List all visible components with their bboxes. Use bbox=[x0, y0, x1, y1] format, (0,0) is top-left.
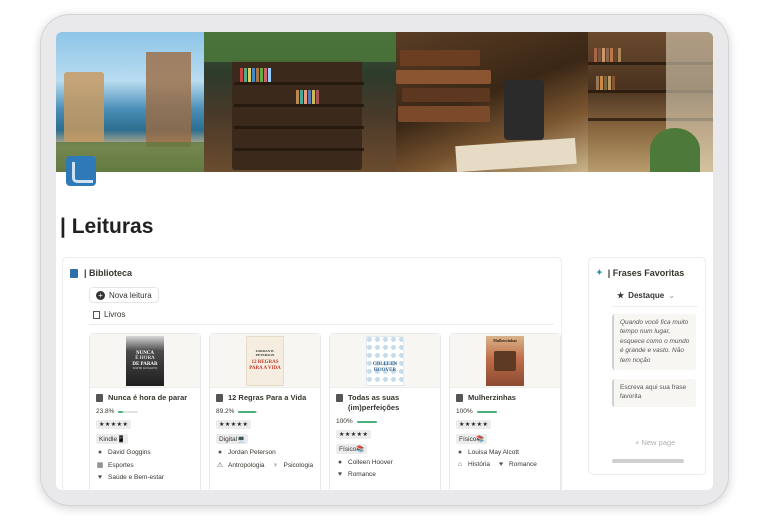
highlight-filter-label: Destaque bbox=[628, 291, 665, 300]
book-title: Todas as suas (im)perfeições bbox=[348, 393, 400, 413]
rating-stars: ★★★★★ bbox=[216, 420, 252, 430]
chevron-down-icon: ⌄ bbox=[668, 291, 675, 300]
progress-label: 89.2% bbox=[216, 408, 235, 416]
sparkle-icon: ✦ bbox=[596, 268, 603, 277]
cover-text: 12 REGRAS PARA A VIDA bbox=[249, 360, 281, 371]
star-icon: ★ bbox=[617, 291, 625, 300]
book-cover: JORDAN B. PETERSON 12 REGRAS PARA A VIDA bbox=[210, 334, 320, 388]
book-author: David Goggins bbox=[108, 449, 151, 457]
quote-card[interactable]: Escreva aqui sua frase favorita bbox=[612, 379, 696, 407]
heart-icon: ♥ bbox=[337, 471, 343, 479]
warning-icon: ⚠ bbox=[216, 462, 224, 470]
gallery-icon bbox=[93, 310, 100, 319]
book-gallery: NUNCA É HORA DE PARAR DAVID GOGGINS Nunc… bbox=[89, 333, 561, 490]
book-author: Louisa May Alcott bbox=[468, 449, 519, 457]
book-icon bbox=[70, 268, 78, 278]
book-icon bbox=[96, 394, 103, 402]
book-card[interactable]: JORDAN B. PETERSON 12 REGRAS PARA A VIDA… bbox=[209, 333, 321, 490]
library-title: | Biblioteca bbox=[84, 268, 133, 278]
horizontal-scrollbar[interactable] bbox=[612, 459, 684, 463]
progress-label: 100% bbox=[456, 408, 473, 416]
view-tab-books[interactable]: Livros bbox=[93, 310, 125, 319]
cover-text: HOOVER bbox=[373, 367, 397, 373]
book-icon bbox=[456, 394, 463, 402]
library-section: | Biblioteca + Nova leitura Livros NUNCA… bbox=[62, 257, 562, 490]
progress-bar bbox=[118, 410, 139, 413]
book-card[interactable]: NUNCA É HORA DE PARAR DAVID GOGGINS Nunc… bbox=[89, 333, 201, 490]
book-category: Saúde e Bem-estar bbox=[108, 474, 165, 482]
plus-icon: + bbox=[96, 290, 105, 300]
new-reading-button[interactable]: + Nova leitura bbox=[89, 287, 159, 303]
view-tab-label: Livros bbox=[104, 310, 126, 319]
cover-text: JORDAN B. PETERSON bbox=[255, 349, 275, 357]
page-book-icon[interactable] bbox=[66, 156, 96, 186]
highlight-filter[interactable]: ★ Destaque ⌄ bbox=[617, 291, 675, 300]
progress-bar bbox=[238, 410, 259, 413]
person-icon: ● bbox=[337, 459, 343, 467]
quotes-section: ✦ | Frases Favoritas ★ Destaque ⌄ Quando… bbox=[588, 257, 706, 475]
progress-bar bbox=[356, 420, 377, 423]
progress-bar bbox=[476, 410, 497, 413]
cover-panel-shelves bbox=[588, 32, 713, 172]
book-cover: Mulherzinhas bbox=[450, 334, 560, 388]
category-icon: ▦ bbox=[96, 462, 104, 470]
heart-icon: ♥ bbox=[498, 461, 504, 469]
heart-icon: ♥ bbox=[97, 474, 103, 482]
person-icon: ● bbox=[97, 449, 103, 457]
format-tag: Kindle📱 bbox=[96, 434, 129, 445]
format-tag: Físico📚 bbox=[456, 434, 488, 445]
progress-fill bbox=[118, 410, 124, 413]
page-title: | Leituras bbox=[60, 215, 154, 238]
format-tag: Físico📚 bbox=[336, 444, 368, 455]
book-cover: NUNCA É HORA DE PARAR DAVID GOGGINS bbox=[90, 334, 200, 388]
progress-label: 100% bbox=[336, 418, 353, 426]
progress-label: 23.8% bbox=[96, 408, 115, 416]
progress-fill bbox=[238, 410, 257, 413]
book-category: História bbox=[468, 461, 491, 469]
new-reading-label: Nova leitura bbox=[109, 290, 152, 300]
book-author: Colleen Hoover bbox=[348, 459, 393, 467]
book-card[interactable]: COLLEEN HOOVER Todas as suas (im)perfeiç… bbox=[329, 333, 441, 490]
book-category: Psicologia bbox=[283, 461, 314, 469]
cover-panel-seaside bbox=[56, 32, 204, 172]
bulb-icon: ♀ bbox=[272, 461, 279, 469]
book-author: Jordan Peterson bbox=[228, 449, 276, 457]
person-icon: ● bbox=[457, 449, 463, 457]
cover-text: DAVID GOGGINS bbox=[132, 365, 158, 370]
book-cover: COLLEEN HOOVER bbox=[330, 334, 440, 388]
quotes-title: | Frases Favoritas bbox=[607, 268, 685, 278]
book-icon bbox=[216, 394, 223, 402]
quotes-header: ✦ | Frases Favoritas bbox=[596, 268, 684, 278]
cover-panel-desk bbox=[396, 32, 588, 172]
book-category: Romance bbox=[348, 471, 376, 479]
divider bbox=[612, 306, 698, 307]
museum-icon: ⌂ bbox=[457, 461, 463, 469]
rating-stars: ★★★★★ bbox=[96, 420, 132, 430]
book-title: Nunca é hora de parar bbox=[108, 393, 188, 402]
book-title: Mulherzinhas bbox=[468, 393, 516, 402]
book-category: Romance bbox=[509, 461, 537, 469]
book-icon bbox=[336, 394, 343, 402]
rating-stars: ★★★★★ bbox=[336, 430, 372, 440]
cover-text: Mulherzinhas bbox=[493, 337, 517, 343]
book-category: Esportes bbox=[108, 461, 134, 469]
progress-fill bbox=[476, 410, 497, 413]
new-page-button[interactable]: + New page bbox=[635, 438, 675, 447]
quote-card[interactable]: Quando você fica muito tempo num lugar, … bbox=[612, 314, 696, 370]
format-tag: Digital💻 bbox=[216, 434, 249, 445]
library-header: | Biblioteca bbox=[70, 268, 132, 278]
person-icon: ● bbox=[217, 449, 223, 457]
divider bbox=[89, 324, 554, 325]
book-title: 12 Regras Para a Vida bbox=[228, 393, 307, 402]
progress-fill bbox=[356, 420, 377, 423]
cover-panel-bookshop bbox=[204, 32, 396, 172]
book-card[interactable]: Mulherzinhas Mulherzinhas 100% ★★★★★ Fís… bbox=[449, 333, 561, 490]
rating-stars: ★★★★★ bbox=[456, 420, 492, 430]
cover-image bbox=[56, 32, 713, 172]
book-category: Antropologia bbox=[228, 461, 265, 469]
notion-page: | Leituras | Biblioteca + Nova leitura L… bbox=[56, 32, 713, 490]
